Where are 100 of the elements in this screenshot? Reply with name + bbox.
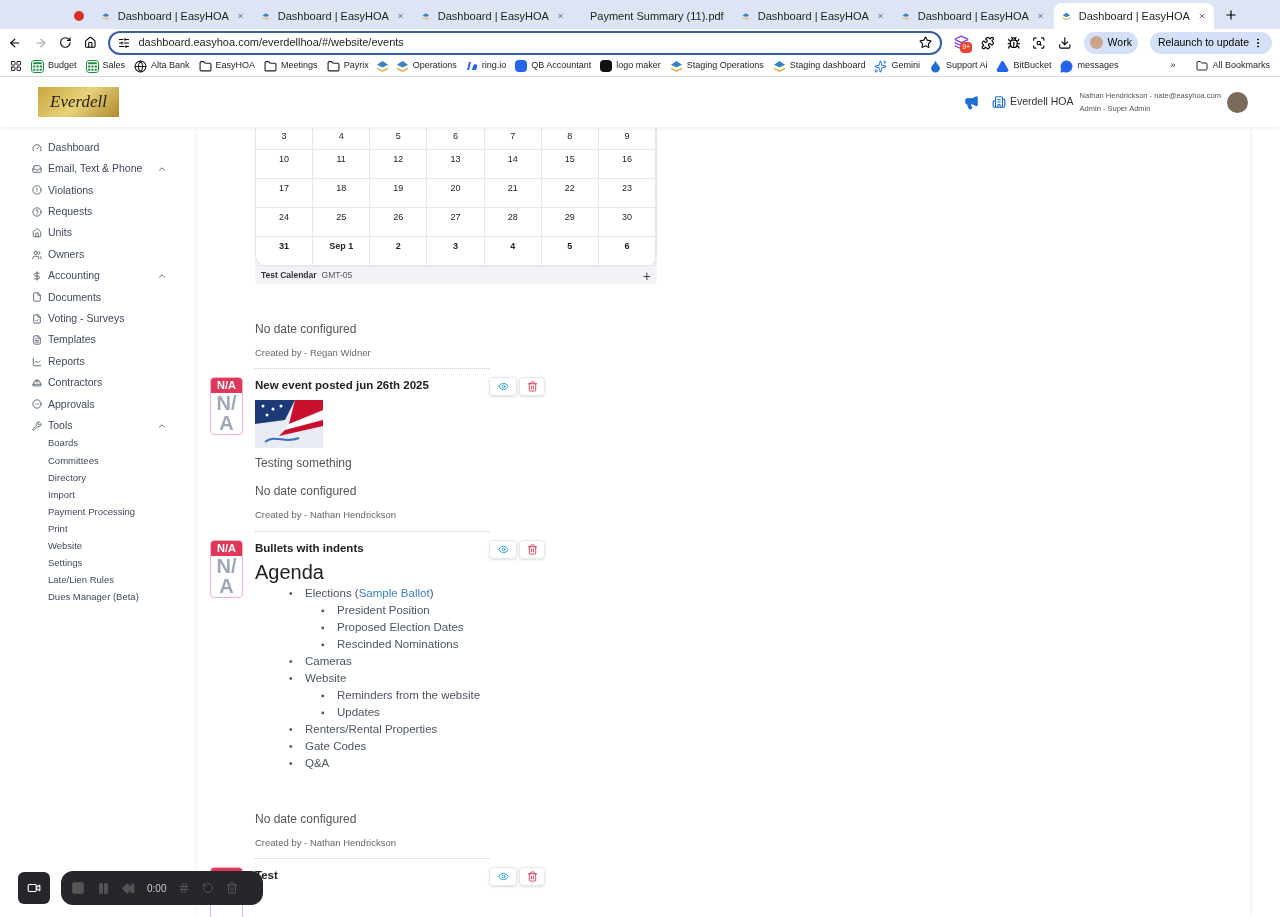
browser-tab[interactable]: Dashboard | EasyHOA xyxy=(254,3,412,29)
download-icon[interactable] xyxy=(1058,35,1072,50)
close-icon[interactable] xyxy=(1197,10,1206,22)
browser-tab[interactable]: Payment Summary (11).pdf xyxy=(574,3,732,29)
forward-icon[interactable] xyxy=(33,35,48,50)
browser-tab[interactable]: Dashboard | EasyHOA xyxy=(1054,3,1214,29)
delete-button[interactable] xyxy=(519,377,545,397)
avatar[interactable] xyxy=(1227,91,1248,113)
calendar-day[interactable]: 24 xyxy=(256,208,314,237)
bookmark[interactable]: ring.io xyxy=(465,59,507,73)
calendar-day[interactable]: 4 xyxy=(484,237,542,266)
sidebar-item[interactable]: Violations xyxy=(32,179,167,202)
sidebar-subitem[interactable]: Committees xyxy=(48,453,167,471)
sidebar-subitem[interactable]: Website xyxy=(48,539,167,557)
browser-tab[interactable]: Dashboard | EasyHOA xyxy=(414,3,572,29)
bookmark[interactable]: Meetings xyxy=(264,59,318,73)
sidebar-subitem[interactable]: Boards xyxy=(48,436,167,454)
calendar-day[interactable]: 8 xyxy=(541,127,599,150)
bookmark[interactable]: Staging Operations xyxy=(669,59,764,73)
view-button[interactable] xyxy=(489,866,517,886)
puzzle-icon[interactable] xyxy=(981,35,995,50)
profile-button[interactable]: Work xyxy=(1083,31,1138,54)
bookmark[interactable]: EasyHOA xyxy=(198,59,256,73)
calendar-day[interactable]: 16 xyxy=(598,150,656,179)
site-settings-icon[interactable] xyxy=(118,36,131,49)
back-icon[interactable] xyxy=(8,35,22,50)
sidebar-subitem[interactable]: Dues Manager (Beta) xyxy=(48,590,167,608)
sidebar-item[interactable]: Units xyxy=(32,222,167,244)
browser-tab[interactable]: Dashboard | EasyHOA xyxy=(894,3,1052,29)
address-bar[interactable]: dashboard.easyhoa.com/everdellhoa/#/website/events xyxy=(108,30,943,55)
calendar-day[interactable]: 18 xyxy=(313,179,371,208)
calendar-day[interactable]: 6 xyxy=(598,237,656,266)
megaphone-icon[interactable] xyxy=(963,94,979,110)
calendar-day[interactable]: 15 xyxy=(541,150,599,179)
sidebar-subitem[interactable]: Payment Processing xyxy=(48,504,167,522)
bookmark[interactable]: Gemini xyxy=(874,59,920,73)
bug-icon[interactable] xyxy=(1006,35,1021,50)
add-calendar-button[interactable]: + xyxy=(642,268,651,283)
browser-tab[interactable]: Dashboard | EasyHOA xyxy=(734,3,892,29)
bookmark[interactable]: Budget xyxy=(31,59,77,73)
calendar-day[interactable]: 13 xyxy=(427,150,485,179)
delete-button[interactable] xyxy=(519,866,545,886)
search-tab-icon[interactable] xyxy=(1032,35,1046,50)
calendar-day[interactable]: 14 xyxy=(484,150,542,179)
bookmark[interactable]: Support Ai xyxy=(928,59,988,73)
calendar-day[interactable]: 20 xyxy=(427,179,485,208)
bookmark[interactable]: BitBucket xyxy=(996,59,1052,73)
calendar-day[interactable]: 7 xyxy=(484,127,542,150)
delete-button[interactable] xyxy=(519,539,545,559)
sidebar-item[interactable]: Accounting xyxy=(32,265,167,287)
bookmark[interactable]: Staging dashboard xyxy=(772,59,866,73)
calendar-day[interactable]: 25 xyxy=(313,208,371,237)
calendar-day[interactable]: 23 xyxy=(598,179,656,208)
relaunch-button[interactable]: Relaunch to update xyxy=(1149,31,1272,54)
view-button[interactable] xyxy=(489,539,517,559)
sidebar-subitem[interactable]: Print xyxy=(48,521,167,540)
sidebar-item[interactable]: Dashboard xyxy=(32,137,167,159)
bookmark[interactable]: logo maker xyxy=(600,59,661,73)
bookmark-star-icon[interactable] xyxy=(919,36,933,49)
home-icon[interactable] xyxy=(83,36,97,49)
calendar-day[interactable]: 5 xyxy=(541,237,599,266)
calendar-day[interactable]: 19 xyxy=(370,179,428,208)
bookmark[interactable]: Sales xyxy=(85,59,126,73)
sidebar-item[interactable]: Documents xyxy=(32,286,167,309)
calendar-day[interactable]: 11 xyxy=(313,150,371,179)
calendar-day[interactable]: 3 xyxy=(256,127,314,150)
sidebar-item[interactable]: Approvals xyxy=(32,393,167,416)
more-bookmarks[interactable]: » xyxy=(1170,59,1176,73)
browser-tab[interactable]: Dashboard | EasyHOA xyxy=(94,3,252,29)
calendar-day[interactable]: 21 xyxy=(484,179,542,208)
sidebar-subitem[interactable]: Settings xyxy=(48,556,167,574)
bookmark[interactable]: messages xyxy=(1060,59,1119,73)
apps-icon[interactable] xyxy=(10,60,22,72)
calendar-day[interactable]: 29 xyxy=(541,208,599,237)
sidebar-subitem[interactable]: Directory xyxy=(48,470,167,488)
calendar-day[interactable]: 9 xyxy=(598,127,656,150)
grid-icon[interactable] xyxy=(178,882,191,894)
calendar-day[interactable]: 10 xyxy=(256,150,314,179)
bookmark[interactable]: Operations xyxy=(395,59,457,73)
calendar-day[interactable]: 17 xyxy=(256,179,314,208)
sidebar-subitem[interactable]: Late/Lien Rules xyxy=(48,573,167,591)
calendar-day[interactable]: Sep 1 xyxy=(313,237,371,266)
bookmark[interactable]: Payrix xyxy=(326,59,369,73)
sidebar-item[interactable]: Reports xyxy=(32,350,167,373)
calendar-day[interactable]: 4 xyxy=(313,127,371,150)
pause-icon[interactable] xyxy=(97,881,110,895)
calendar-day[interactable]: 12 xyxy=(370,150,428,179)
sidebar-item[interactable]: Templates xyxy=(32,329,167,351)
stop-icon[interactable] xyxy=(71,881,85,895)
new-tab-icon[interactable] xyxy=(1224,8,1238,22)
sidebar-subitem[interactable]: Import xyxy=(48,487,167,505)
hoa-name[interactable]: Everdell HOA xyxy=(1009,94,1074,110)
reset-icon[interactable] xyxy=(202,882,215,894)
sidebar-item[interactable]: Tools xyxy=(32,415,167,437)
bookmark[interactable]: Alta Bank xyxy=(134,59,190,73)
calendar-day[interactable]: 22 xyxy=(541,179,599,208)
sidebar-item[interactable]: Contractors xyxy=(32,372,167,394)
sidebar-item[interactable]: Voting - Surveys xyxy=(32,308,167,330)
calendar-day[interactable]: 26 xyxy=(370,208,428,237)
calendar-day[interactable]: 6 xyxy=(427,127,485,150)
